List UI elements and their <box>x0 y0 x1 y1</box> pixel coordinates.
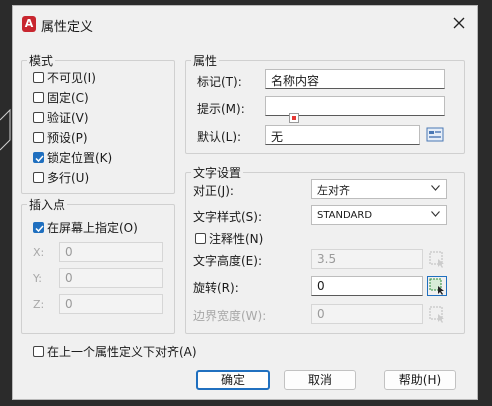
prompt-label: 提示(M): <box>197 102 245 116</box>
x-input[interactable]: 0 <box>59 242 163 262</box>
cancel-button[interactable]: 取消 <box>284 370 356 390</box>
invisible-label: 不可见(I) <box>47 71 96 85</box>
boundary-width-input[interactable]: 0 <box>311 304 423 324</box>
dialog-title: 属性定义 <box>41 20 94 35</box>
app-icon: A <box>22 16 36 32</box>
mode-group: 模式 <box>21 52 175 194</box>
text-style-select[interactable]: STANDARD <box>311 205 447 225</box>
invisible-checkbox[interactable] <box>33 72 44 83</box>
title-bar: A 属性定义 <box>13 6 477 40</box>
verify-label: 验证(V) <box>47 111 89 125</box>
default-input[interactable]: 无 <box>265 125 420 145</box>
text-style-value: STANDARD <box>317 210 373 221</box>
y-input[interactable]: 0 <box>59 268 163 288</box>
text-settings-group-title: 文字设置 <box>193 166 242 180</box>
tag-input[interactable]: 名称内容 <box>265 69 445 89</box>
text-height-input[interactable]: 3.5 <box>311 249 423 269</box>
text-height-label: 文字高度(E): <box>193 254 262 268</box>
insertion-point-group-title: 插入点 <box>29 198 66 212</box>
pick-point-icon <box>429 251 444 268</box>
text-height-pick-button[interactable] <box>427 249 447 269</box>
constant-checkbox[interactable] <box>33 92 44 103</box>
attribute-group-title: 属性 <box>193 54 218 68</box>
constant-label: 固定(C) <box>47 91 89 105</box>
preset-checkbox[interactable] <box>33 132 44 143</box>
specify-on-screen-label: 在屏幕上指定(O) <box>47 221 138 235</box>
z-label: Z: <box>33 298 45 311</box>
chevron-down-icon <box>431 185 440 191</box>
checkmark-icon <box>35 155 44 163</box>
mode-group-title: 模式 <box>29 54 54 68</box>
insert-field-button[interactable] <box>425 125 445 145</box>
lock-position-label: 锁定位置(K) <box>47 151 113 165</box>
help-button[interactable]: 帮助(H) <box>384 370 456 390</box>
chevron-down-icon <box>431 211 440 217</box>
attribute-definition-dialog: A 属性定义 模式 不可见(I) 固定(C) 验证(V) 预设(P) 锁定位置(… <box>12 5 478 400</box>
align-below-checkbox[interactable] <box>33 346 44 357</box>
rotation-input[interactable]: 0 <box>311 276 423 296</box>
close-icon <box>453 17 465 29</box>
pick-point-icon <box>429 306 444 323</box>
tag-label: 标记(T): <box>197 75 242 89</box>
x-label: X: <box>33 246 45 259</box>
insert-field-icon <box>426 127 444 142</box>
align-below-label: 在上一个属性定义下对齐(A) <box>47 345 197 359</box>
boundary-width-pick-button[interactable] <box>427 304 447 324</box>
ok-button[interactable]: 确定 <box>196 370 270 390</box>
annotative-label: 注释性(N) <box>209 232 264 246</box>
specify-on-screen-checkbox[interactable] <box>33 222 44 233</box>
verify-checkbox[interactable] <box>33 112 44 123</box>
close-button[interactable] <box>447 12 471 34</box>
text-style-label: 文字样式(S): <box>193 210 263 224</box>
preset-label: 预设(P) <box>47 131 88 145</box>
justify-select[interactable]: 左对齐 <box>311 179 447 199</box>
default-label: 默认(L): <box>197 130 242 144</box>
justify-label: 对正(J): <box>193 184 234 198</box>
checkmark-icon <box>35 225 44 233</box>
pick-point-icon <box>429 278 444 295</box>
multiline-label: 多行(U) <box>47 171 90 185</box>
y-label: Y: <box>33 272 42 285</box>
lock-position-checkbox[interactable] <box>33 152 44 163</box>
rotation-label: 旋转(R): <box>193 281 239 295</box>
boundary-width-label: 边界宽度(W): <box>193 309 267 323</box>
marker-icon <box>289 113 299 123</box>
multiline-checkbox[interactable] <box>33 172 44 183</box>
z-input[interactable]: 0 <box>59 294 163 314</box>
justify-value: 左对齐 <box>317 184 350 197</box>
annotative-checkbox[interactable] <box>195 233 206 244</box>
rotation-pick-button[interactable] <box>427 276 447 296</box>
